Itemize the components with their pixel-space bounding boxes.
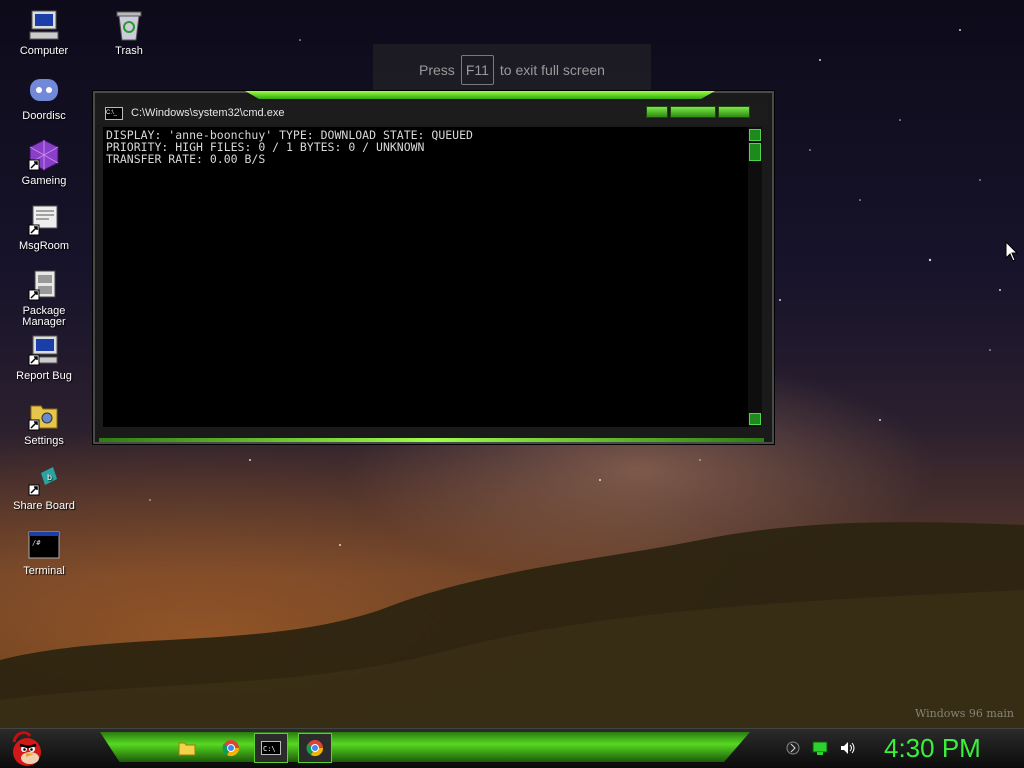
file-explorer-icon [178, 742, 196, 756]
svg-text:/#: /# [32, 539, 41, 547]
window-title: C:\Windows\system32\cmd.exe [131, 107, 285, 119]
cmd-window[interactable]: C:\_ C:\Windows\system32\cmd.exe DISPLAY… [93, 91, 774, 444]
chrome-icon [222, 740, 240, 757]
taskbar-chrome[interactable] [214, 733, 248, 763]
keyboard-icon[interactable] [785, 740, 801, 756]
volume-icon[interactable] [839, 740, 857, 756]
scroll-up-button[interactable] [749, 129, 761, 141]
svg-text:C:\: C:\ [263, 745, 276, 753]
console-line: TRANSFER RATE: 0.00 B/S [106, 152, 266, 166]
desktop-icon-gameing[interactable]: Gameing [4, 138, 84, 187]
fullscreen-hint: Press F11 to exit full screen [373, 44, 651, 96]
desktop-icon-doordisc[interactable]: Doordisc [4, 73, 84, 122]
window-controls [646, 106, 750, 118]
f11-key: F11 [460, 55, 494, 85]
system-tray [785, 733, 875, 763]
desktop-icon-msgroom[interactable]: MsgRoom [4, 203, 84, 252]
fullscreen-hint-press: Press [419, 62, 455, 78]
build-watermark: Windows 96 main [915, 707, 1015, 720]
svg-text:b: b [47, 473, 52, 482]
desktop-icon-label: Trash [115, 45, 143, 57]
report-bug-icon [27, 333, 61, 367]
desktop-icon-package-manager[interactable]: Package Manager [4, 268, 84, 328]
desktop-icon-label: Share Board [13, 500, 75, 512]
desktop-icon-label: Settings [24, 435, 64, 447]
package-manager-icon [27, 268, 61, 302]
start-button[interactable] [6, 728, 48, 768]
desktop-icon-label: Report Bug [16, 370, 72, 382]
desktop-icon-label: Package Manager [22, 305, 66, 328]
angry-bird-icon [12, 731, 41, 766]
gameing-icon [27, 138, 61, 172]
maximize-button[interactable] [670, 106, 716, 118]
cmd-icon: C:\_ [105, 106, 123, 120]
chrome-icon [306, 740, 324, 757]
taskbar-clock[interactable]: 4:30 PM [884, 733, 1004, 763]
desktop-icon-computer[interactable]: Computer [4, 8, 84, 57]
desktop-icon-trash[interactable]: Trash [89, 8, 169, 57]
computer-icon [27, 8, 61, 42]
desktop-icon-report-bug[interactable]: Report Bug [4, 333, 84, 382]
trash-icon [112, 8, 146, 42]
console-output[interactable]: DISPLAY: 'anne-boonchuy' TYPE: DOWNLOAD … [103, 127, 748, 427]
cmd-icon: C:\ [261, 741, 281, 755]
fullscreen-hint-suffix: to exit full screen [499, 62, 605, 78]
console-scrollbar[interactable] [748, 127, 762, 427]
window-titlebar[interactable]: C:\_ C:\Windows\system32\cmd.exe [95, 101, 768, 125]
doordisc-icon [27, 73, 61, 107]
desktop-icon-settings[interactable]: Settings [4, 398, 84, 447]
desktop-icon-label: Doordisc [22, 110, 66, 122]
desktop-icon-terminal[interactable]: /# Terminal [4, 528, 84, 577]
window-top-accent [245, 91, 715, 99]
desktop-icon-label: MsgRoom [18, 240, 70, 252]
scrollbar-thumb[interactable] [749, 143, 761, 161]
taskbar-file-explorer[interactable] [170, 733, 204, 763]
share-board-icon: b [27, 463, 61, 497]
terminal-icon: /# [27, 528, 61, 562]
desktop-icon-label: Terminal [23, 565, 65, 577]
settings-icon [27, 398, 61, 432]
desktop-icon-label: Computer [19, 45, 69, 57]
minimize-button[interactable] [646, 106, 668, 118]
scroll-down-button[interactable] [749, 413, 761, 425]
close-button[interactable] [718, 106, 750, 118]
desktop-icon-label: Gameing [21, 175, 67, 187]
network-icon[interactable] [811, 740, 829, 756]
desktop-icon-share-board[interactable]: b Share Board [4, 463, 84, 512]
taskbar-chrome-window[interactable] [298, 733, 332, 763]
taskbar-cmd[interactable]: C:\ [254, 733, 288, 763]
msgroom-icon [27, 203, 61, 237]
mouse-cursor-icon [1005, 241, 1019, 262]
window-bottom-accent [99, 438, 764, 442]
